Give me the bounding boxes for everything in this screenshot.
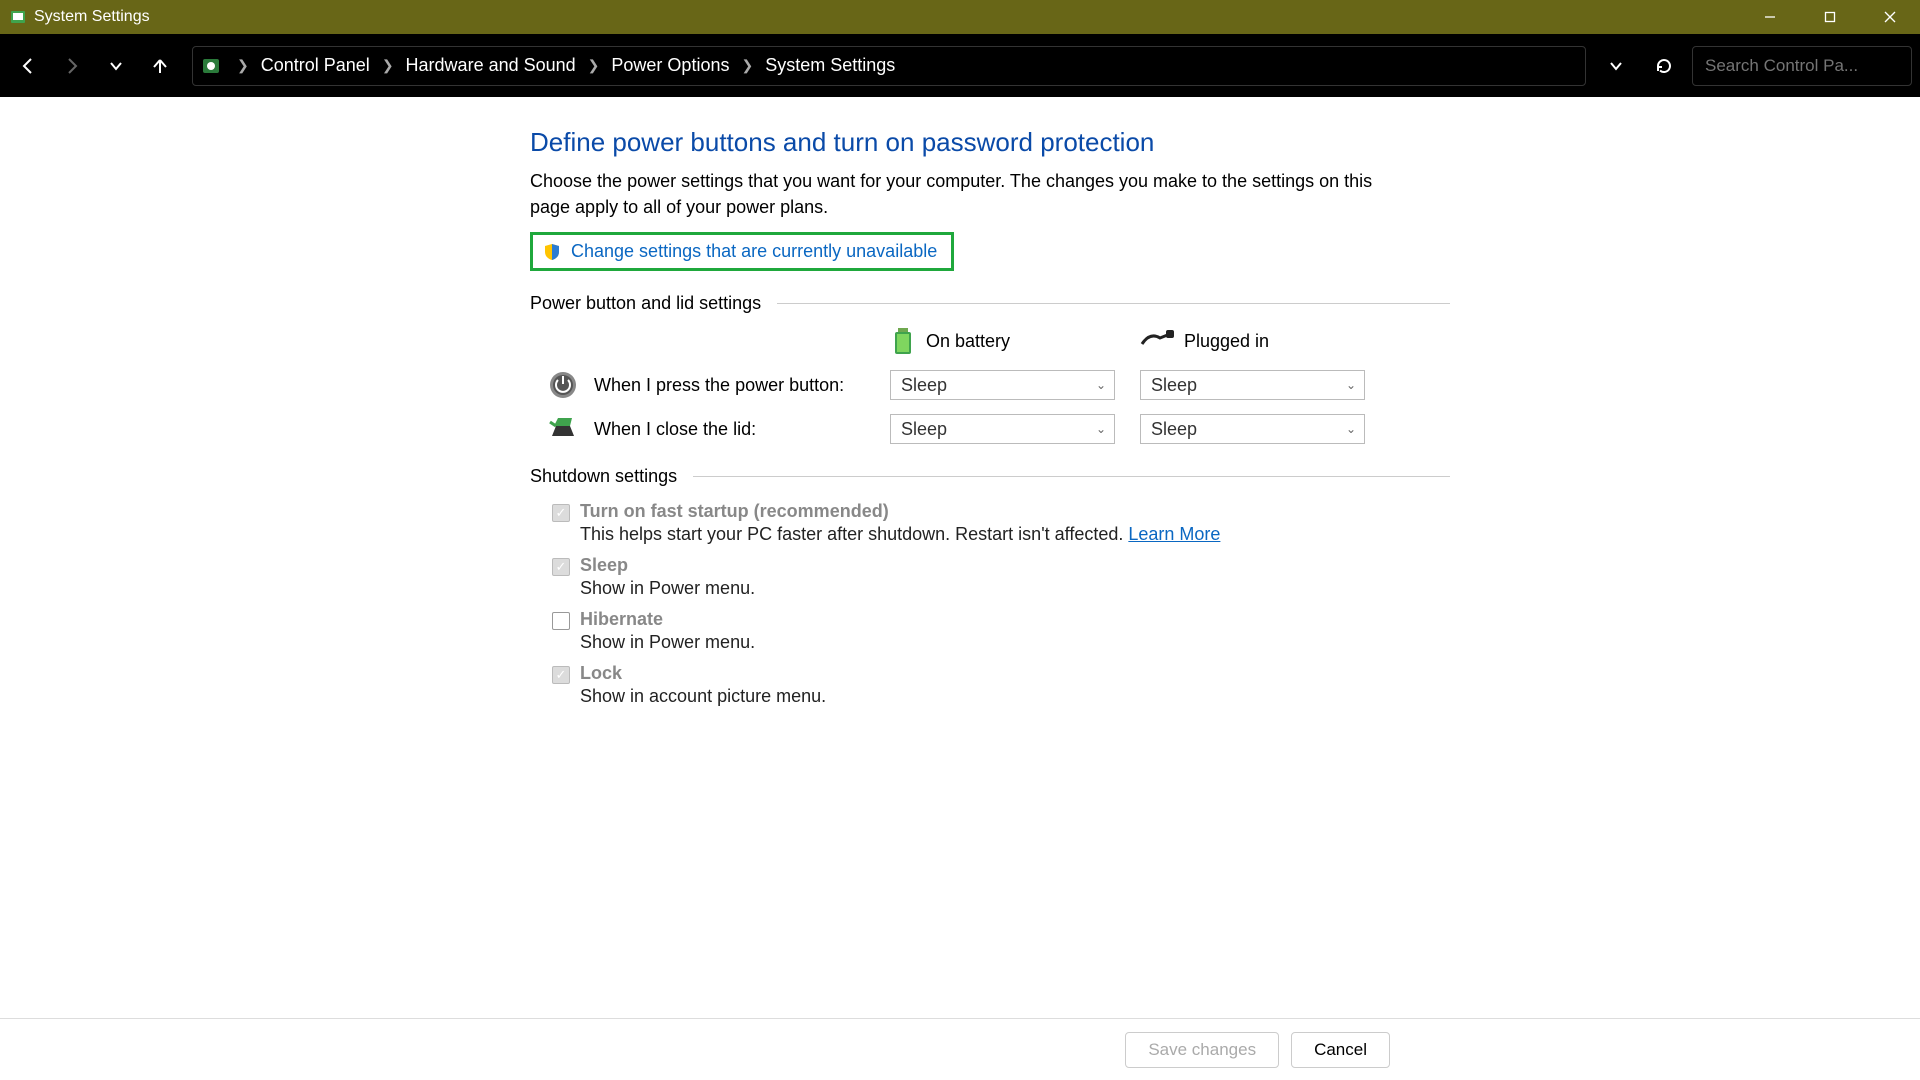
power-button-row: When I press the power button: Sleep⌄ Sl…	[530, 370, 1450, 400]
app-icon	[10, 9, 26, 25]
chevron-right-icon: ❯	[731, 57, 763, 74]
lock-checkbox[interactable]: ✓	[552, 666, 570, 684]
checkbox-desc: This helps start your PC faster after sh…	[580, 524, 1220, 545]
cancel-button[interactable]: Cancel	[1291, 1032, 1390, 1068]
breadcrumb-item[interactable]: Control Panel	[259, 55, 372, 76]
refresh-button[interactable]	[1644, 46, 1684, 86]
section-header: Shutdown settings	[530, 466, 1450, 487]
change-settings-link[interactable]: Change settings that are currently unava…	[530, 232, 954, 271]
back-button[interactable]	[8, 46, 48, 86]
chevron-down-icon: ⌄	[1096, 378, 1106, 392]
close-button[interactable]	[1860, 0, 1920, 34]
save-changes-button[interactable]: Save changes	[1125, 1032, 1279, 1068]
chevron-down-icon: ⌄	[1346, 378, 1356, 392]
footer-bar: Save changes Cancel	[0, 1018, 1920, 1080]
chevron-right-icon: ❯	[578, 57, 610, 74]
checkbox-title: Sleep	[580, 555, 755, 576]
learn-more-link[interactable]: Learn More	[1128, 524, 1220, 544]
chevron-down-icon: ⌄	[1096, 422, 1106, 436]
close-lid-battery-dropdown[interactable]: Sleep⌄	[890, 414, 1115, 444]
lock-checkbox-row: ✓ Lock Show in account picture menu.	[552, 663, 1450, 707]
checkbox-title: Turn on fast startup (recommended)	[580, 501, 1220, 522]
chevron-right-icon: ❯	[227, 57, 259, 74]
sleep-checkbox-row: ✓ Sleep Show in Power menu.	[552, 555, 1450, 599]
column-on-battery: On battery	[890, 326, 1140, 356]
title-bar: System Settings	[0, 0, 1920, 34]
column-label: Plugged in	[1184, 331, 1269, 352]
column-plugged-in: Plugged in	[1140, 330, 1390, 352]
close-lid-row: When I close the lid: Sleep⌄ Sleep⌄	[530, 414, 1450, 444]
up-button[interactable]	[140, 46, 180, 86]
power-button-battery-dropdown[interactable]: Sleep⌄	[890, 370, 1115, 400]
breadcrumb-item[interactable]: Power Options	[609, 55, 731, 76]
checkbox-desc: Show in Power menu.	[580, 578, 755, 599]
shield-icon	[543, 243, 561, 261]
power-button-plugged-dropdown[interactable]: Sleep⌄	[1140, 370, 1365, 400]
breadcrumb-item[interactable]: System Settings	[763, 55, 897, 76]
search-box[interactable]	[1692, 46, 1912, 86]
recent-dropdown-button[interactable]	[96, 46, 136, 86]
checkbox-desc: Show in Power menu.	[580, 632, 755, 653]
checkbox-title: Hibernate	[580, 609, 755, 630]
section-title: Power button and lid settings	[530, 293, 761, 314]
maximize-button[interactable]	[1800, 0, 1860, 34]
content-area: Define power buttons and turn on passwor…	[0, 97, 1920, 1018]
laptop-lid-icon	[548, 414, 578, 444]
search-input[interactable]	[1705, 56, 1920, 76]
section-title: Shutdown settings	[530, 466, 677, 487]
checkbox-title: Lock	[580, 663, 826, 684]
chevron-down-icon: ⌄	[1346, 422, 1356, 436]
row-label: When I close the lid:	[594, 419, 890, 440]
hibernate-checkbox[interactable]	[552, 612, 570, 630]
change-settings-label: Change settings that are currently unava…	[571, 241, 937, 262]
page-title: Define power buttons and turn on passwor…	[530, 127, 1450, 158]
nav-bar: ❯ Control Panel ❯ Hardware and Sound ❯ P…	[0, 34, 1920, 97]
address-bar[interactable]: ❯ Control Panel ❯ Hardware and Sound ❯ P…	[192, 46, 1586, 86]
plug-icon	[1140, 330, 1174, 352]
hibernate-checkbox-row: Hibernate Show in Power menu.	[552, 609, 1450, 653]
address-dropdown-button[interactable]	[1596, 46, 1636, 86]
forward-button[interactable]	[52, 46, 92, 86]
column-label: On battery	[926, 331, 1010, 352]
close-lid-plugged-dropdown[interactable]: Sleep⌄	[1140, 414, 1365, 444]
power-button-icon	[548, 370, 578, 400]
breadcrumb-item[interactable]: Hardware and Sound	[404, 55, 578, 76]
control-panel-icon	[201, 56, 221, 76]
row-label: When I press the power button:	[594, 375, 890, 396]
fast-startup-checkbox[interactable]: ✓	[552, 504, 570, 522]
minimize-button[interactable]	[1740, 0, 1800, 34]
sleep-checkbox[interactable]: ✓	[552, 558, 570, 576]
section-header: Power button and lid settings	[530, 293, 1450, 314]
checkbox-desc: Show in account picture menu.	[580, 686, 826, 707]
page-description: Choose the power settings that you want …	[530, 168, 1400, 220]
chevron-right-icon: ❯	[372, 57, 404, 74]
window-title: System Settings	[34, 8, 150, 26]
fast-startup-checkbox-row: ✓ Turn on fast startup (recommended) Thi…	[552, 501, 1450, 545]
battery-icon	[890, 326, 916, 356]
